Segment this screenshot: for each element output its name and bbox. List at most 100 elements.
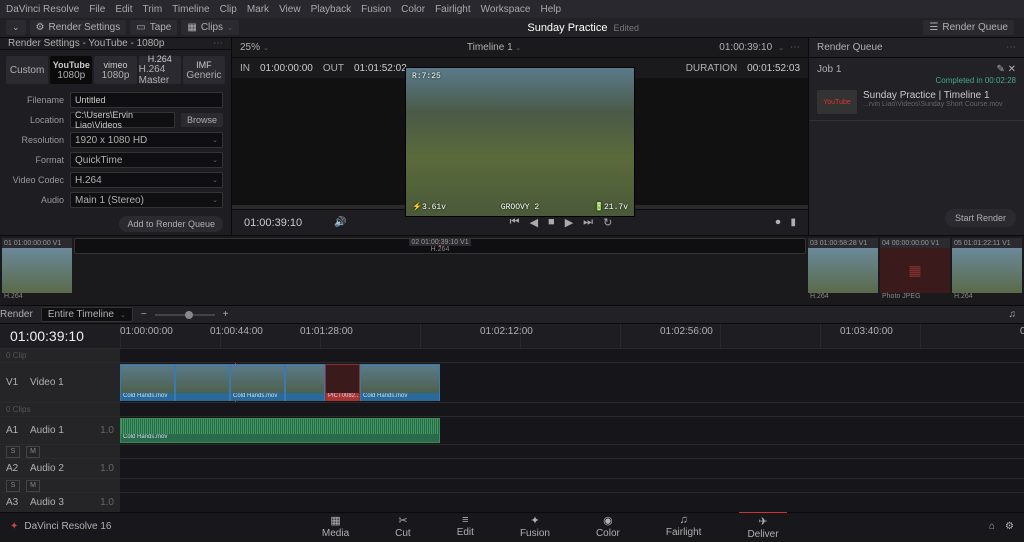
- clip-item[interactable]: 03 01:00:58:28 V1H.264: [808, 238, 878, 303]
- settings-icon[interactable]: ⚙: [1005, 521, 1014, 532]
- mark-button[interactable]: ▮: [790, 217, 796, 228]
- timeline-name: Timeline 1 ⌄: [269, 42, 719, 53]
- menu-playback[interactable]: Playback: [311, 4, 352, 15]
- format-select[interactable]: QuickTime⌄: [70, 152, 223, 168]
- timeline-clip[interactable]: PICT0082...: [325, 364, 360, 401]
- home-icon[interactable]: ⌂: [989, 521, 995, 532]
- last-frame-button[interactable]: ⏭: [583, 216, 593, 229]
- project-subtitle: Edited: [613, 23, 639, 33]
- in-timecode[interactable]: 01:00:00:00: [260, 63, 313, 74]
- codec-select[interactable]: H.264⌄: [70, 172, 223, 188]
- page-edit[interactable]: ≡Edit: [449, 512, 482, 542]
- mute-button[interactable]: M: [26, 446, 40, 458]
- page-color[interactable]: ◉Color: [588, 512, 628, 542]
- zoom-in-icon[interactable]: +: [223, 309, 229, 320]
- preset-1080p[interactable]: YouTube1080p: [50, 56, 92, 84]
- codec-label: Video Codec: [8, 175, 64, 185]
- timeline-audio-clip[interactable]: Cold Hands.mov: [120, 418, 440, 443]
- menu-view[interactable]: View: [279, 4, 301, 15]
- menu-bar[interactable]: DaVinci Resolve File Edit Trim Timeline Clip M…: [0, 0, 1024, 18]
- loop-button[interactable]: ↻: [603, 216, 612, 229]
- menu-help[interactable]: Help: [540, 4, 561, 15]
- audio-track-2[interactable]: [120, 459, 1024, 478]
- volume-icon[interactable]: 🔊: [334, 217, 346, 228]
- transport-timecode[interactable]: 01:00:39:10: [244, 217, 324, 229]
- browse-button[interactable]: Browse: [181, 113, 223, 127]
- add-to-queue-button[interactable]: Add to Render Queue: [119, 216, 223, 232]
- record-button[interactable]: ⏺: [775, 217, 780, 228]
- queue-menu-icon[interactable]: ⋯: [1006, 42, 1016, 53]
- audio-track-1[interactable]: Cold Hands.mov: [120, 417, 1024, 444]
- filename-input[interactable]: Untitled: [70, 92, 223, 108]
- project-title: Sunday Practice: [527, 22, 607, 34]
- page-media[interactable]: ▦Media: [314, 512, 357, 542]
- timeline-ruler[interactable]: 01:00:00:0001:00:44:0001:01:28:0001:02:1…: [120, 324, 1014, 348]
- location-label: Location: [8, 115, 64, 125]
- clip-item[interactable]: 04 00:00:00:00 V1▦Photo JPEG: [880, 238, 950, 303]
- top-toolbar: ⌄ ⚙Render Settings ▭Tape ▦Clips⌄ Sunday …: [0, 18, 1024, 38]
- resolution-select[interactable]: 1920 x 1080 HD⌄: [70, 132, 223, 148]
- video-viewer[interactable]: R:7:25 ⚡3.61v GROOVY 2 🔋21.7v: [232, 78, 808, 205]
- osd-bottom-left: ⚡3.61v: [412, 202, 446, 212]
- job-thumbnail: YouTube: [817, 90, 857, 114]
- clips-toggle[interactable]: ▦Clips⌄: [181, 20, 239, 35]
- solo-button[interactable]: S: [6, 446, 20, 458]
- stop-button[interactable]: ■: [548, 216, 555, 229]
- panel-menu-icon[interactable]: ⋯: [213, 38, 223, 49]
- play-button[interactable]: ▶: [565, 216, 573, 229]
- menu-fusion[interactable]: Fusion: [361, 4, 391, 15]
- start-render-button[interactable]: Start Render: [945, 209, 1016, 227]
- audio-select[interactable]: Main 1 (Stereo)⌄: [70, 192, 223, 208]
- timeline-clip[interactable]: Cold Hands.mov: [120, 364, 175, 401]
- clip-item[interactable]: 02 01:00:39:10 V1H.264: [74, 238, 806, 254]
- menu-clip[interactable]: Clip: [220, 4, 237, 15]
- page-deliver[interactable]: ✈Deliver: [739, 512, 786, 542]
- pencil-icon[interactable]: ✎: [996, 64, 1004, 75]
- render-queue-toggle[interactable]: ☰Render Queue: [923, 20, 1014, 35]
- duration-value: 00:01:52:03: [747, 63, 800, 74]
- page-fairlight[interactable]: ♫Fairlight: [658, 512, 710, 542]
- zoom-select[interactable]: 25%⌄: [240, 42, 269, 53]
- close-icon[interactable]: ✕: [1008, 64, 1016, 75]
- viewer-timecode[interactable]: 01:00:39:10: [719, 42, 772, 53]
- first-frame-button[interactable]: ⏮: [510, 216, 520, 229]
- timeline-timecode[interactable]: 01:00:39:10: [10, 328, 120, 344]
- clip-item[interactable]: 05 01:01:22:11 V1H.264: [952, 238, 1022, 303]
- clip-item[interactable]: 01 01:00:00:00 V1H.264: [2, 238, 72, 303]
- render-scope-select[interactable]: Entire Timeline⌄: [41, 307, 133, 322]
- music-icon[interactable]: ♫: [1009, 309, 1017, 320]
- preset-1080p[interactable]: vimeo1080p: [94, 56, 136, 84]
- render-settings-toggle[interactable]: ⚙Render Settings: [30, 20, 127, 35]
- menu-edit[interactable]: Edit: [115, 4, 132, 15]
- menu-trim[interactable]: Trim: [143, 4, 163, 15]
- video-track-1[interactable]: Cold Hands.movCold Hands.movPICT0082...C…: [120, 363, 1024, 402]
- menu-color[interactable]: Color: [401, 4, 425, 15]
- timeline-clip[interactable]: Cold Hands.mov: [360, 364, 440, 401]
- preset-custom[interactable]: Custom: [6, 56, 48, 84]
- viewer-menu-icon[interactable]: ⋯: [790, 42, 800, 53]
- toggle-icon[interactable]: ⌄: [6, 20, 26, 35]
- zoom-out-icon[interactable]: −: [141, 309, 147, 320]
- render-job[interactable]: Job 1✎ ✕ Completed in 00:02:28 YouTube S…: [809, 58, 1024, 121]
- prev-button[interactable]: ◀: [530, 216, 538, 229]
- resolve-logo-icon: ✦: [10, 521, 18, 532]
- menu-fairlight[interactable]: Fairlight: [435, 4, 471, 15]
- preset-generic[interactable]: IMFGeneric: [183, 56, 225, 84]
- audio-track-3[interactable]: [120, 493, 1024, 512]
- menu-workspace[interactable]: Workspace: [481, 4, 531, 15]
- page-fusion[interactable]: ✦Fusion: [512, 512, 558, 542]
- preset-h.264 master[interactable]: H.264H.264 Master: [139, 56, 181, 84]
- menu-mark[interactable]: Mark: [247, 4, 269, 15]
- timeline-clip[interactable]: [285, 364, 325, 401]
- tape-toggle[interactable]: ▭Tape: [130, 20, 177, 35]
- location-input[interactable]: C:\Users\Ervin Liao\Videos: [70, 112, 175, 128]
- out-timecode[interactable]: 01:01:52:02: [354, 63, 407, 74]
- menu-davinci-resolve[interactable]: DaVinci Resolve: [6, 4, 79, 15]
- menu-timeline[interactable]: Timeline: [172, 4, 209, 15]
- page-cut[interactable]: ✂Cut: [387, 512, 419, 542]
- timeline-clip[interactable]: [175, 364, 230, 401]
- osd-top-left: R:7:25: [412, 72, 441, 81]
- zoom-slider[interactable]: [155, 314, 215, 316]
- timeline-clip[interactable]: Cold Hands.mov: [230, 364, 285, 401]
- menu-file[interactable]: File: [89, 4, 105, 15]
